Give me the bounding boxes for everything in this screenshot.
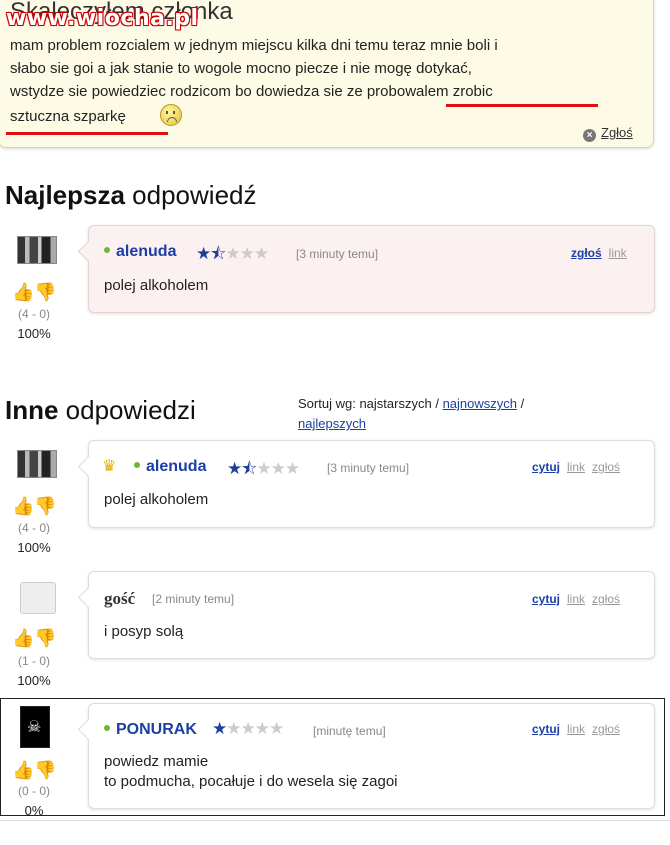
answer-body: i posyp solą: [104, 623, 184, 640]
permalink[interactable]: link: [567, 722, 585, 736]
answer-username[interactable]: alenuda: [134, 458, 206, 476]
answer-links: cytuj link zgłoś: [525, 592, 620, 606]
star-icon: ★★★: [225, 244, 269, 263]
star-half-icon: ⯪: [241, 459, 257, 478]
star-icon: ★: [196, 244, 211, 263]
online-dot-icon: [104, 247, 110, 253]
question-line-4: sztuczna szparkę: [10, 108, 126, 125]
avatar[interactable]: ☠: [20, 706, 50, 748]
vote-thumbs: 👍👎: [12, 628, 57, 649]
vote-count: (4 - 0): [17, 521, 50, 535]
answer-time: [2 minuty temu]: [152, 592, 235, 606]
guest-avatar: [20, 582, 56, 614]
report-link[interactable]: zgłoś: [571, 246, 602, 260]
vote-thumbs: 👍👎: [12, 282, 57, 303]
avatar[interactable]: [17, 450, 57, 478]
avatar[interactable]: [17, 236, 57, 264]
vote-count: (4 - 0): [17, 307, 50, 321]
thumb-down-icon[interactable]: 👎: [34, 760, 56, 780]
answer-body-line-1: powiedz mamie: [104, 753, 209, 770]
skull-icon: ☠: [27, 719, 42, 736]
vote-percent: 100%: [17, 673, 51, 688]
answer-card: [88, 571, 655, 659]
report-link[interactable]: zgłoś: [592, 460, 620, 474]
question-line-1: mam problem rozcialem w jednym miejscu k…: [10, 37, 498, 54]
rating-stars: ★⯪★★★: [196, 241, 269, 270]
answer-body: polej alkoholem: [104, 277, 209, 294]
permalink[interactable]: link: [567, 592, 585, 606]
report-link[interactable]: zgłoś: [592, 722, 620, 736]
thumb-down-icon[interactable]: 👎: [34, 496, 56, 516]
answer-links: cytuj link zgłoś: [525, 722, 620, 736]
vote-percent: 0%: [24, 803, 44, 818]
highlight-underline: [6, 132, 168, 135]
vote-percent: 100%: [17, 326, 51, 341]
answer-username[interactable]: PONURAK: [104, 721, 197, 739]
crown-icon: ♛: [102, 458, 117, 475]
quote-link[interactable]: cytuj: [532, 460, 560, 474]
star-icon: ★: [212, 719, 227, 738]
best-answer-heading: Najlepsza odpowiedź: [5, 180, 257, 210]
star-icon: ★★★★: [226, 719, 284, 738]
answer-time: [3 minuty temu]: [327, 461, 410, 475]
report-link[interactable]: zgłoś: [592, 592, 620, 606]
online-dot-icon: [104, 725, 110, 731]
permalink[interactable]: link: [609, 246, 627, 260]
rating-stars: ★★★★★: [212, 719, 284, 739]
thumb-up-icon[interactable]: 👍: [12, 282, 34, 302]
quote-link[interactable]: cytuj: [532, 722, 560, 736]
answer-username: gość: [104, 589, 136, 608]
divider: [0, 820, 670, 821]
sort-options: Sortuj wg: najstarszych / najnowszych / …: [298, 396, 525, 431]
thumb-up-icon[interactable]: 👍: [12, 760, 34, 780]
vote-thumbs: 👍👎: [12, 496, 57, 517]
star-half-icon: ⯪: [210, 244, 226, 263]
vote-count: (1 - 0): [17, 654, 50, 668]
online-dot-icon: [134, 462, 140, 468]
permalink[interactable]: link: [567, 460, 585, 474]
quote-link[interactable]: cytuj: [532, 592, 560, 606]
thumb-down-icon[interactable]: 👎: [34, 282, 56, 302]
star-icon: ★: [227, 459, 242, 478]
thumb-down-icon[interactable]: 👎: [34, 628, 56, 648]
question-line-3: wstydze sie powiedziec rodzicom bo dowie…: [10, 83, 493, 100]
thumb-up-icon[interactable]: 👍: [12, 496, 34, 516]
answer-username[interactable]: alenuda: [104, 243, 176, 261]
answer-links: zgłoś link: [564, 246, 627, 260]
highlight-underline: [446, 104, 598, 107]
other-answers-heading: Inne odpowiedzi: [5, 395, 196, 425]
answer-body: polej alkoholem: [104, 491, 209, 508]
close-icon: ×: [583, 129, 596, 142]
watermark: www.wiocha.pl: [6, 6, 199, 31]
answer-time: [minutę temu]: [313, 724, 386, 738]
report-question-button[interactable]: × Zgłoś: [583, 125, 633, 142]
answer-time: [3 minuty temu]: [296, 247, 379, 261]
vote-percent: 100%: [17, 540, 51, 555]
answer-body-line-2: to podmucha, pocałuje i do wesela się za…: [104, 773, 398, 790]
rating-stars: ★⯪★★★: [227, 456, 300, 485]
thumb-up-icon[interactable]: 👍: [12, 628, 34, 648]
vote-thumbs: 👍👎: [12, 760, 57, 781]
answer-card: [88, 440, 655, 528]
vote-count: (0 - 0): [17, 784, 50, 798]
sad-emoji-icon: [160, 104, 182, 126]
question-line-2: słabo sie goi a jak stanie to wogole moc…: [10, 60, 472, 77]
answer-links: cytuj link zgłoś: [525, 460, 620, 474]
answer-card: [88, 225, 655, 313]
sort-newest-link[interactable]: najnowszych: [443, 396, 517, 411]
star-icon: ★★★: [256, 459, 300, 478]
sort-best-link[interactable]: najlepszych: [298, 416, 366, 431]
